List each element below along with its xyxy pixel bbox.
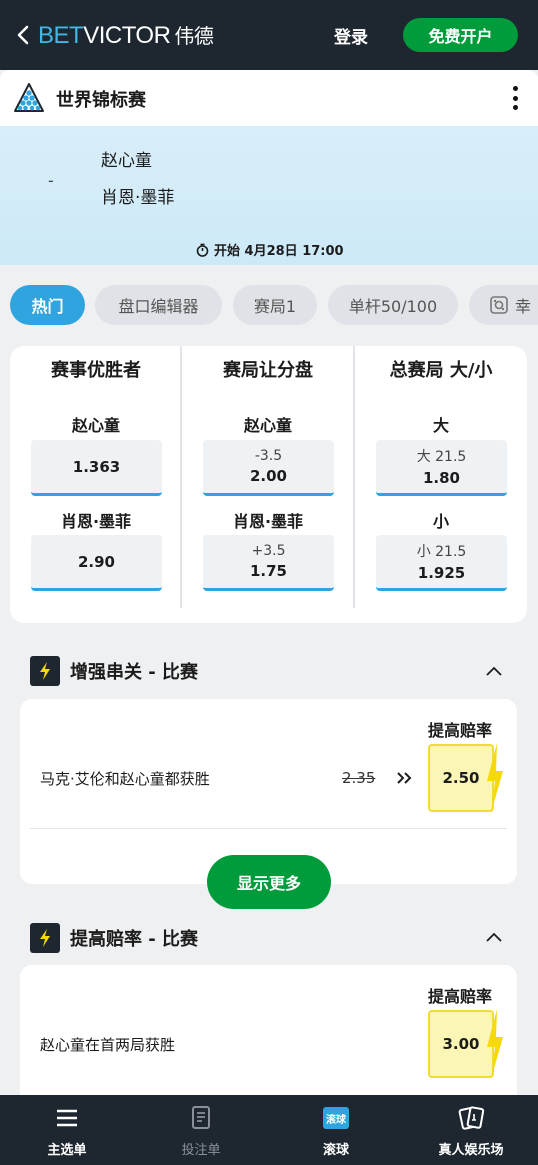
betslip-icon (187, 1105, 215, 1131)
nav-label: 滚球 (322, 1143, 349, 1158)
lightning-icon (30, 923, 60, 953)
gift-icon (490, 296, 508, 314)
boost-description: 马克·艾伦和赵心童都获胜 (40, 770, 210, 788)
selection-name: 肖恩·墨菲 (60, 512, 132, 531)
event-title: 世界锦标赛 (56, 90, 146, 111)
odds-button[interactable]: 1.363 (31, 440, 162, 496)
odds-button[interactable]: 小 21.5 1.925 (376, 535, 507, 591)
selection-name: 小 (432, 512, 449, 531)
menu-icon (53, 1105, 81, 1131)
event-title-bar: 世界锦标赛 (0, 70, 538, 126)
back-arrow-icon[interactable] (14, 24, 32, 46)
handicap-line: -3.5 (254, 448, 283, 464)
collapse-chevron-icon[interactable] (484, 930, 504, 944)
nav-label: 真人娱乐场 (438, 1143, 504, 1158)
live-badge: 滚球 (323, 1107, 349, 1129)
odds-price: 1.75 (249, 562, 287, 580)
boost-card: 提高赔率 赵心童在首两局获胜 3.00 (20, 965, 517, 1105)
bottom-navigation: 主选单 投注单 滚球 滚球 真人娱乐场 (0, 1095, 538, 1165)
total-line: 大 21.5 (416, 449, 467, 465)
more-options-icon[interactable] (508, 86, 522, 110)
odds-button[interactable]: 2.90 (31, 535, 162, 591)
top-header: BETVICTOR 伟德 登录 免费开户 (0, 0, 538, 70)
odds-button[interactable]: +3.5 1.75 (203, 535, 334, 591)
start-time-text: 开始 4月28日 17:00 (214, 244, 344, 259)
odds-button[interactable]: -3.5 2.00 (203, 440, 334, 496)
stopwatch-icon (196, 243, 209, 257)
start-time: 开始 4月28日 17:00 (196, 240, 344, 259)
logo-bet-text: BET (38, 22, 84, 49)
tab-frame-1[interactable]: 赛局1 (233, 285, 317, 325)
old-odds: 2.35 (342, 769, 376, 787)
tab-break-50-100[interactable]: 单杆50/100 (328, 285, 458, 325)
odds-price: 2.00 (249, 467, 287, 485)
betvictor-logo[interactable]: BETVICTOR 伟德 (38, 20, 214, 50)
tab-lucky[interactable]: 幸 (469, 285, 538, 325)
nav-label: 主选单 (47, 1143, 87, 1158)
markets-card: 赛事优胜者 赵心童 1.363 肖恩·墨菲 2.90 赛局让分盘 赵心童 -3.… (10, 346, 527, 623)
nav-item-betslip[interactable]: 投注单 (134, 1095, 268, 1165)
boost-label: 提高赔率 (428, 987, 493, 1006)
odds-price: 2.90 (77, 552, 115, 571)
double-chevron-right-icon (397, 772, 412, 784)
cards-icon (457, 1105, 485, 1131)
odds-button[interactable]: 大 21.5 1.80 (376, 440, 507, 496)
lightning-icon (487, 1009, 503, 1079)
section-title: 增强串关 - 比赛 (70, 662, 199, 683)
live-icon: 滚球 (322, 1105, 350, 1131)
divider (30, 828, 507, 829)
boost-description: 赵心童在首两局获胜 (40, 1036, 176, 1054)
lightning-icon (30, 656, 60, 686)
market-match-winner: 赛事优胜者 赵心童 1.363 肖恩·墨菲 2.90 (10, 346, 182, 623)
section-header-price-boost: 提高赔率 - 比赛 (30, 923, 198, 953)
tab-bet-builder[interactable]: 盘口编辑器 (95, 285, 222, 325)
tab-hot[interactable]: 热门 (10, 285, 85, 325)
section-header-boosted-acca: 增强串关 - 比赛 (30, 656, 198, 686)
selection-name: 赵心童 (71, 416, 120, 435)
handicap-line: +3.5 (251, 543, 286, 559)
market-total-frames: 总赛局 大/小 大 大 21.5 1.80 小 小 21.5 1.925 (355, 346, 527, 623)
lightning-icon (487, 743, 503, 813)
logo-victor-text: VICTOR (83, 22, 171, 49)
boost-label: 提高赔率 (428, 721, 493, 740)
nav-item-main-menu[interactable]: 主选单 (0, 1095, 134, 1165)
selection-name: 肖恩·墨菲 (232, 512, 304, 531)
logo-cn-text: 伟德 (174, 26, 214, 48)
tab-lucky-label: 幸 (515, 297, 532, 316)
market-tabs: 热门 盘口编辑器 赛局1 单杆50/100 幸 (0, 285, 538, 327)
nav-item-live[interactable]: 滚球 滚球 (269, 1095, 403, 1165)
market-header: 赛局让分盘 (223, 360, 313, 381)
collapse-chevron-icon[interactable] (484, 664, 504, 678)
show-more-button[interactable]: 显示更多 (207, 855, 331, 909)
nav-label: 投注单 (181, 1143, 221, 1158)
total-line: 小 21.5 (416, 544, 467, 560)
score-dash: - (48, 171, 54, 190)
player-1-name: 赵心童 (101, 151, 152, 171)
match-panel: - 赵心童 肖恩·墨菲 开始 4月28日 17:00 (0, 126, 538, 265)
player-2-name: 肖恩·墨菲 (101, 188, 175, 208)
odds-price: 1.925 (417, 564, 466, 582)
market-header: 总赛局 大/小 (389, 360, 493, 381)
selection-name: 赵心童 (243, 416, 292, 435)
event-header: 世界锦标赛 - 赵心童 肖恩·墨菲 开始 4月28日 17:00 (0, 70, 538, 265)
section-title: 提高赔率 - 比赛 (70, 929, 199, 950)
odds-price: 1.80 (422, 469, 460, 487)
odds-price: 1.363 (72, 457, 121, 476)
market-frame-handicap: 赛局让分盘 赵心童 -3.5 2.00 肖恩·墨菲 +3.5 1.75 (182, 346, 354, 623)
snooker-icon (14, 83, 44, 112)
market-header: 赛事优胜者 (51, 360, 141, 381)
selection-name: 大 (432, 416, 449, 435)
nav-item-live-casino[interactable]: 真人娱乐场 (404, 1095, 538, 1165)
signup-button[interactable]: 免费开户 (403, 18, 518, 52)
login-button[interactable]: 登录 (334, 23, 368, 48)
